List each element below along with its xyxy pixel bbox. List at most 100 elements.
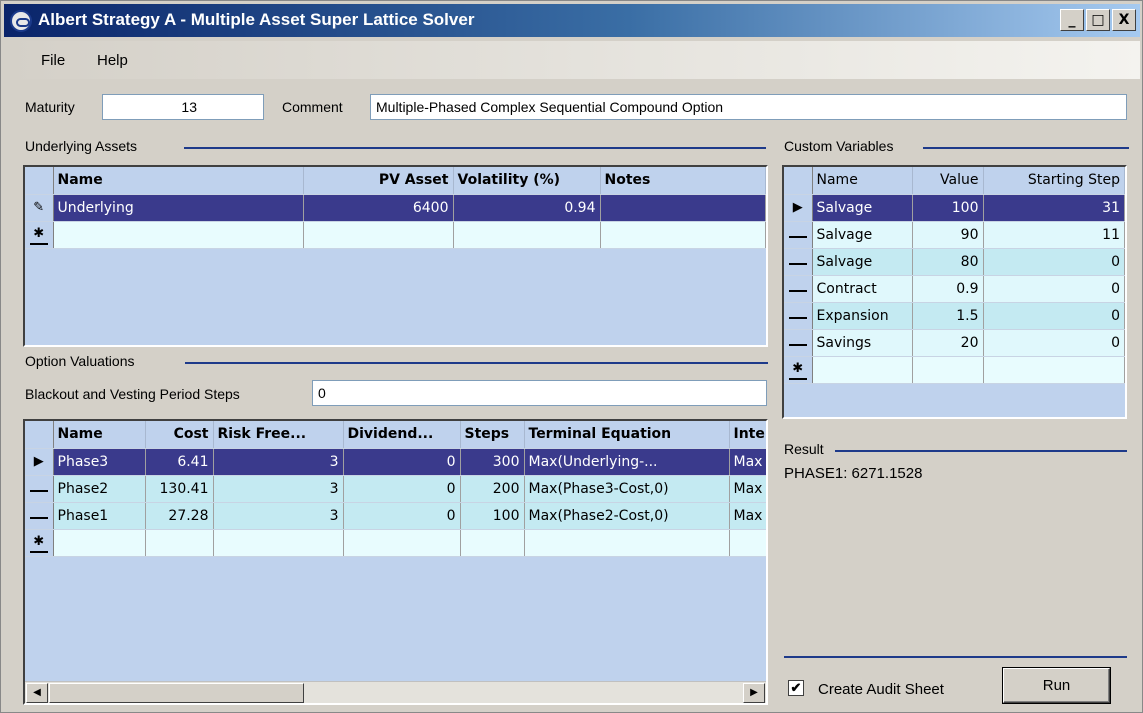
cell-terminal-equation[interactable]: Max(Phase3-Cost,0) [524,475,730,503]
table-row[interactable]: Phase1 27.28 3 0 100 Max(Phase2-Cost,0) … [25,502,766,530]
cell-starting-step[interactable]: 0 [983,248,1125,276]
cell-name[interactable]: Expansion [812,302,913,330]
cell-name[interactable]: Phase2 [53,475,146,503]
blackout-label: Blackout and Vesting Period Steps [25,386,240,402]
table-row[interactable]: Phase2 130.41 3 0 200 Max(Phase3-Cost,0)… [25,475,766,503]
current-row-icon: ▶ [784,194,813,222]
maturity-input[interactable]: 13 [102,94,264,120]
cell-name[interactable]: Salvage [812,248,913,276]
col-header-steps[interactable]: Steps [460,421,525,449]
col-header-name[interactable]: Name [812,167,913,195]
table-row[interactable]: ▶ Salvage 100 31 [784,194,1125,222]
row-header-corner [25,421,54,449]
col-header-cost[interactable]: Cost [145,421,214,449]
cell-intermediate[interactable]: Max [729,448,766,476]
menu-help[interactable]: Help [97,52,128,69]
col-header-risk-free[interactable]: Risk Free... [213,421,344,449]
new-row[interactable]: ✱ [784,356,1125,384]
scroll-left-icon[interactable]: ◀ [26,683,48,703]
table-row[interactable]: Contract 0.9 0 [784,275,1125,303]
cell-value[interactable]: 100 [912,194,984,222]
cell-pv-asset[interactable]: 6400 [303,194,454,222]
scroll-right-icon[interactable]: ▶ [743,683,765,703]
cell-dividend[interactable]: 0 [343,475,461,503]
col-header-name[interactable]: Name [53,421,146,449]
cell-name[interactable]: Phase3 [53,448,146,476]
cell-name[interactable]: Phase1 [53,502,146,530]
col-header-name[interactable]: Name [53,167,304,195]
col-header-dividend[interactable]: Dividend... [343,421,461,449]
app-icon [10,10,32,32]
new-row[interactable]: ✱ [25,221,766,249]
cell-value[interactable]: 1.5 [912,302,984,330]
custom-variables-grid[interactable]: Name Value Starting Step ▶ Salvage 100 3… [782,165,1127,419]
cell-volatility[interactable]: 0.94 [453,194,601,222]
cell-steps[interactable]: 200 [460,475,525,503]
col-header-notes[interactable]: Notes [600,167,766,195]
horizontal-scrollbar[interactable]: ◀ ▶ [25,681,766,703]
cell-risk-free[interactable]: 3 [213,475,344,503]
cell-intermediate[interactable]: Max [729,502,766,530]
col-header-terminal-equation[interactable]: Terminal Equation [524,421,730,449]
underlying-assets-grid[interactable]: Name PV Asset Volatility (%) Notes ✎ Und… [23,165,768,347]
new-row[interactable]: ✱ [25,529,766,557]
cell-starting-step[interactable]: 0 [983,302,1125,330]
cell-dividend[interactable]: 0 [343,448,461,476]
blackout-input[interactable]: 0 [312,380,767,406]
cell-name[interactable]: Salvage [812,194,913,222]
cell-cost[interactable]: 6.41 [145,448,214,476]
comment-input[interactable]: Multiple-Phased Complex Sequential Compo… [370,94,1127,120]
minimize-button[interactable]: _ [1060,9,1084,31]
col-header-starting-step[interactable]: Starting Step [983,167,1125,195]
cell-name[interactable]: Underlying [53,194,304,222]
new-row-icon: ✱ [25,529,54,557]
run-button[interactable]: Run [1003,668,1110,703]
cell-risk-free[interactable]: 3 [213,502,344,530]
cell-notes[interactable] [600,194,766,222]
scroll-thumb[interactable] [49,683,304,703]
cell-starting-step[interactable]: 0 [983,275,1125,303]
cell-terminal-equation[interactable]: Max(Underlying-... [524,448,730,476]
create-audit-sheet-label[interactable]: Create Audit Sheet [818,681,944,698]
cell-terminal-equation[interactable]: Max(Phase2-Cost,0) [524,502,730,530]
cell-starting-step[interactable]: 31 [983,194,1125,222]
cell-dividend[interactable]: 0 [343,502,461,530]
cell-steps[interactable]: 300 [460,448,525,476]
cell-cost[interactable]: 130.41 [145,475,214,503]
group-divider [185,362,768,364]
row-header [784,221,813,249]
title-bar[interactable]: Albert Strategy A - Multiple Asset Super… [4,4,1140,37]
table-row[interactable]: Salvage 90 11 [784,221,1125,249]
cell-name[interactable]: Contract [812,275,913,303]
menu-file[interactable]: File [41,52,65,69]
col-header-pv-asset[interactable]: PV Asset [303,167,454,195]
cell-name[interactable]: Savings [812,329,913,357]
cell-starting-step[interactable]: 0 [983,329,1125,357]
table-row[interactable]: Savings 20 0 [784,329,1125,357]
table-row[interactable]: ▶ Phase3 6.41 3 0 300 Max(Underlying-...… [25,448,766,476]
cell-value[interactable]: 20 [912,329,984,357]
custom-variables-header: Custom Variables [784,138,894,154]
col-header-volatility[interactable]: Volatility (%) [453,167,601,195]
cell-name[interactable]: Salvage [812,221,913,249]
cell-intermediate[interactable]: Max [729,475,766,503]
table-row[interactable]: ✎ Underlying 6400 0.94 [25,194,766,222]
row-header [784,275,813,303]
option-valuations-grid[interactable]: Name Cost Risk Free... Dividend... Steps… [23,419,768,705]
col-header-intermediate[interactable]: Inte [729,421,766,449]
cell-risk-free[interactable]: 3 [213,448,344,476]
cell-starting-step[interactable]: 11 [983,221,1125,249]
cell-value[interactable]: 0.9 [912,275,984,303]
cell-cost[interactable]: 27.28 [145,502,214,530]
cell-steps[interactable]: 100 [460,502,525,530]
col-header-value[interactable]: Value [912,167,984,195]
close-button[interactable]: X [1112,9,1136,31]
table-row[interactable]: Expansion 1.5 0 [784,302,1125,330]
table-row[interactable]: Salvage 80 0 [784,248,1125,276]
cell-value[interactable]: 80 [912,248,984,276]
create-audit-sheet-checkbox[interactable]: ✔ [788,680,804,696]
menu-bar: File Help [4,41,1140,79]
new-row-icon: ✱ [25,221,54,249]
maximize-button[interactable]: □ [1086,9,1110,31]
cell-value[interactable]: 90 [912,221,984,249]
